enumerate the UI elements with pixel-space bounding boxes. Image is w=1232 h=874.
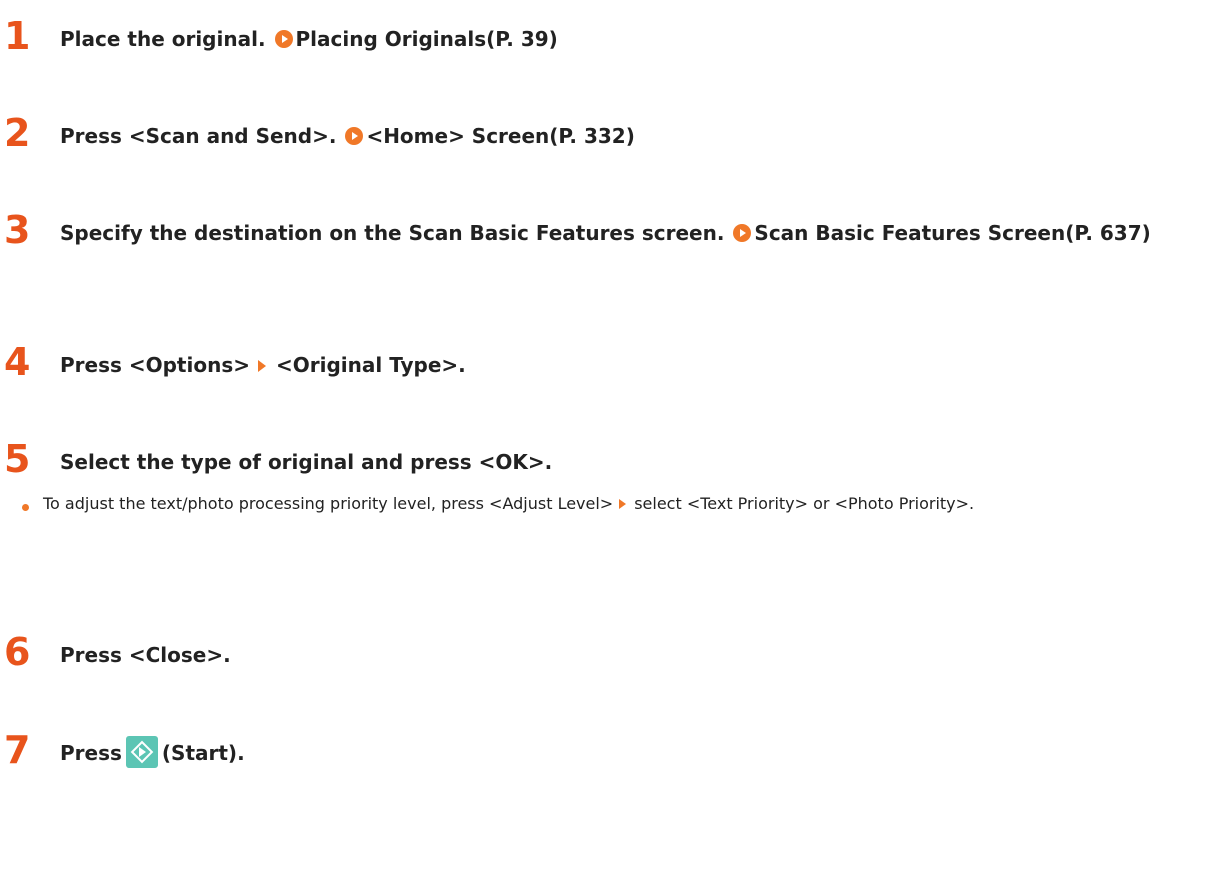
step-instruction-part2: (Start). bbox=[161, 741, 245, 765]
step-instruction-part1: Press <Options> bbox=[60, 353, 250, 377]
note-part1: To adjust the text/photo processing prio… bbox=[43, 494, 614, 513]
placing-originals-link[interactable]: Placing Originals(P. 39) bbox=[273, 27, 558, 51]
step-number: 7 bbox=[4, 728, 31, 772]
step-number: 2 bbox=[4, 111, 31, 155]
bullet-icon bbox=[22, 504, 29, 511]
step-text: Press <Close>. bbox=[60, 638, 231, 672]
step-number: 5 bbox=[4, 437, 31, 481]
step-instruction: Specify the destination on the Scan Basi… bbox=[60, 221, 725, 245]
step-number: 6 bbox=[4, 630, 31, 674]
step-text: Select the type of original and press <O… bbox=[60, 445, 552, 479]
step-text: Place the original. Placing Originals(P.… bbox=[60, 22, 558, 56]
step-number: 4 bbox=[4, 340, 31, 384]
next-arrow-icon bbox=[619, 499, 627, 509]
step-number: 1 bbox=[4, 14, 31, 58]
step-instruction: Select the type of original and press <O… bbox=[60, 450, 553, 474]
home-screen-link[interactable]: <Home> Screen(P. 332) bbox=[343, 124, 635, 148]
next-arrow-icon bbox=[258, 360, 266, 372]
step-text: Press <Options> <Original Type>. bbox=[60, 348, 466, 382]
step-instruction: Press <Close>. bbox=[60, 643, 231, 667]
step-number: 3 bbox=[4, 208, 31, 252]
start-key-icon bbox=[125, 736, 158, 768]
link-arrow-icon bbox=[274, 30, 293, 48]
step-instruction: Press <Scan and Send>. bbox=[60, 124, 337, 148]
step-text: Press (Start). bbox=[60, 736, 245, 770]
step-text: Specify the destination on the Scan Basi… bbox=[60, 216, 1225, 250]
scan-basic-features-link[interactable]: Scan Basic Features Screen(P. 637) bbox=[731, 221, 1151, 245]
link-arrow-icon bbox=[733, 224, 752, 242]
step-instruction: Place the original. bbox=[60, 27, 266, 51]
step-instruction-part2: <Original Type>. bbox=[276, 353, 466, 377]
link-label: Placing Originals(P. 39) bbox=[295, 27, 558, 51]
step-instruction-part1: Press bbox=[60, 741, 122, 765]
step-text: Press <Scan and Send>. <Home> Screen(P. … bbox=[60, 119, 635, 153]
link-label: Scan Basic Features Screen(P. 637) bbox=[754, 221, 1151, 245]
note-text: To adjust the text/photo processing prio… bbox=[43, 490, 1231, 518]
note-part2: select <Text Priority> or <Photo Priorit… bbox=[634, 494, 975, 513]
link-arrow-icon bbox=[345, 127, 364, 145]
link-label: <Home> Screen(P. 332) bbox=[366, 124, 635, 148]
